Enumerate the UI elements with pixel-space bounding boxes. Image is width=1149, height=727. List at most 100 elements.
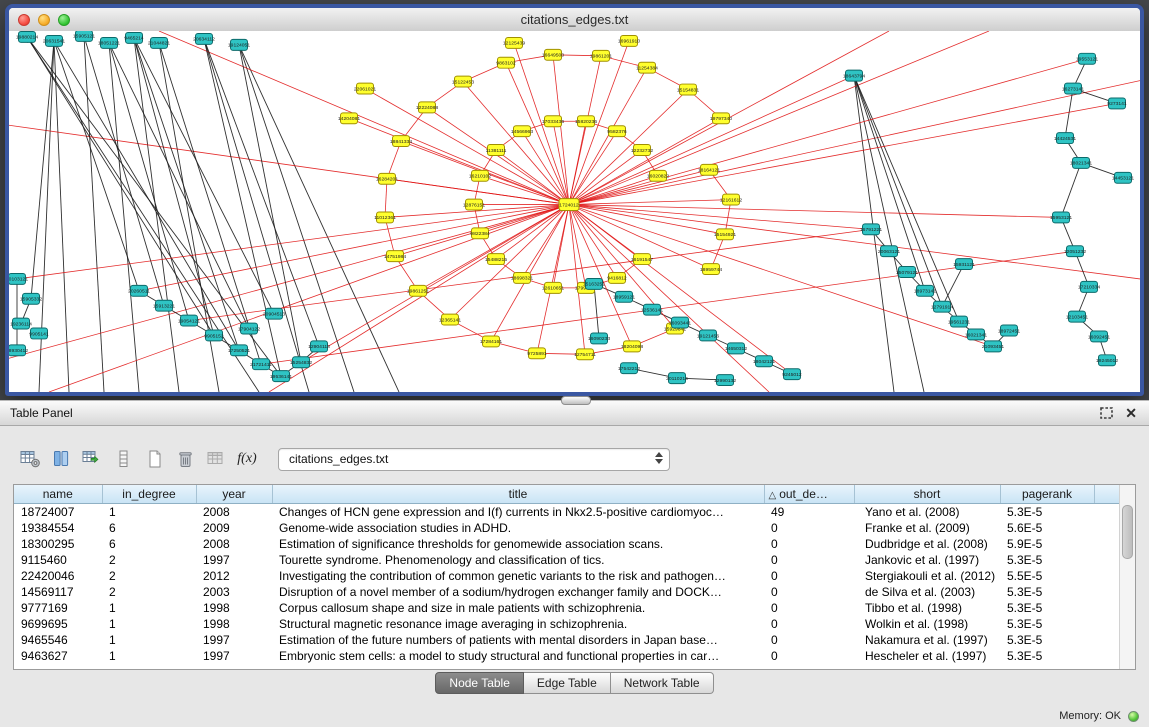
graph-node[interactable]: 18972451 bbox=[998, 325, 1020, 336]
graph-node[interactable]: 14204081 bbox=[338, 113, 360, 124]
table-cell[interactable]: 9699695 bbox=[14, 616, 102, 632]
graph-node[interactable]: 12610651 bbox=[542, 282, 564, 293]
table-cell[interactable]: Estimation of significance thresholds fo… bbox=[272, 536, 764, 552]
table-cell[interactable]: 0 bbox=[764, 584, 854, 600]
graph-node[interactable]: 15931121 bbox=[953, 259, 975, 270]
graph-node[interactable]: 9725891 bbox=[527, 348, 547, 359]
graph-node[interactable]: 12224088 bbox=[416, 102, 438, 113]
table-cell[interactable]: 2003 bbox=[196, 584, 272, 600]
table-cell[interactable]: Changes of HCN gene expression and I(f) … bbox=[272, 504, 764, 521]
graph-node[interactable]: 19553121 bbox=[1076, 53, 1098, 64]
column-header-out_de[interactable]: △out_de… bbox=[764, 485, 854, 504]
table-cell[interactable]: Yano et al. (2008) bbox=[854, 504, 1000, 521]
table-cell[interactable]: 5.6E-5 bbox=[1000, 520, 1094, 536]
minimize-button[interactable] bbox=[38, 14, 50, 26]
table-cell[interactable]: 0 bbox=[764, 552, 854, 568]
table-cell[interactable]: 1998 bbox=[196, 616, 272, 632]
graph-node[interactable]: 16961910 bbox=[618, 35, 640, 46]
table-cell[interactable]: Tibbo et al. (1998) bbox=[854, 600, 1000, 616]
graph-node[interactable]: 18051221 bbox=[98, 37, 120, 48]
graph-node[interactable]: 21093451 bbox=[982, 341, 1004, 352]
graph-node[interactable]: 16191547 bbox=[631, 254, 653, 265]
graph-node[interactable]: 12232732 bbox=[631, 145, 653, 156]
table-cell[interactable]: 0 bbox=[764, 520, 854, 536]
table-cell[interactable]: 2 bbox=[102, 552, 196, 568]
graph-node[interactable]: 19561231 bbox=[948, 316, 970, 327]
table-cell[interactable]: Wolkin et al. (1998) bbox=[854, 616, 1000, 632]
table-cell[interactable]: Investigating the contribution of common… bbox=[272, 568, 764, 584]
table-cell[interactable]: 18724007 bbox=[14, 504, 102, 521]
graph-node[interactable]: 18973141 bbox=[914, 285, 936, 296]
graph-node[interactable]: 12536141 bbox=[641, 304, 663, 315]
column-header-in_degree[interactable]: in_degree bbox=[102, 485, 196, 504]
graph-node[interactable]: 9822384 bbox=[470, 228, 490, 239]
column-header-name[interactable]: name bbox=[14, 485, 102, 504]
graph-node[interactable]: 18959744 bbox=[700, 264, 722, 275]
row-height-icon[interactable] bbox=[109, 446, 137, 472]
graph-node[interactable]: 17250521 bbox=[228, 345, 250, 356]
table-row[interactable]: 946554611997Estimation of the future num… bbox=[14, 632, 1122, 648]
graph-node[interactable]: 16210102 bbox=[469, 170, 491, 181]
tab-node-table[interactable]: Node Table bbox=[435, 672, 524, 694]
table-cell[interactable]: 18300295 bbox=[14, 536, 102, 552]
graph-node[interactable]: 19861201 bbox=[590, 50, 612, 61]
column-header-short[interactable]: short bbox=[854, 485, 1000, 504]
graph-node[interactable]: 12365141 bbox=[439, 314, 461, 325]
graph-node[interactable]: 12125439 bbox=[503, 37, 525, 48]
table-cell[interactable]: 1998 bbox=[196, 600, 272, 616]
table-cell[interactable]: 1 bbox=[102, 616, 196, 632]
close-button[interactable] bbox=[18, 14, 30, 26]
table-row[interactable]: 1872400712008Changes of HCN gene express… bbox=[14, 504, 1122, 521]
table-cell[interactable]: 0 bbox=[764, 648, 854, 664]
graph-node[interactable]: 20260511 bbox=[128, 285, 150, 296]
graph-node[interactable]: 16092451 bbox=[1088, 331, 1110, 342]
table-cell[interactable]: 5.3E-5 bbox=[1000, 648, 1094, 664]
graph-node[interactable]: 22061021 bbox=[354, 83, 376, 94]
graph-node[interactable]: 9905141 bbox=[29, 328, 49, 339]
table-row[interactable]: 1938455462009Genome-wide association stu… bbox=[14, 520, 1122, 536]
graph-node[interactable]: 9582376 bbox=[607, 126, 627, 137]
graph-node[interactable]: 19054121 bbox=[178, 315, 200, 326]
graph-node[interactable]: 20103121 bbox=[9, 273, 28, 284]
graph-node[interactable]: 16649500 bbox=[542, 49, 564, 60]
table-cell[interactable]: 19384554 bbox=[14, 520, 102, 536]
table-cell[interactable]: Stergiakouli et al. (2012) bbox=[854, 568, 1000, 584]
table-cell[interactable]: Disruption of a novel member of a sodium… bbox=[272, 584, 764, 600]
table-cell[interactable]: 9465546 bbox=[14, 632, 102, 648]
table-cell[interactable]: 2009 bbox=[196, 520, 272, 536]
graph-node[interactable]: 15905121 bbox=[73, 31, 95, 41]
table-cell[interactable]: Tourette syndrome. Phenomenology and cla… bbox=[272, 552, 764, 568]
table-cell[interactable]: 5.5E-5 bbox=[1000, 568, 1094, 584]
graph-node[interactable]: 15154921 bbox=[714, 229, 736, 240]
table-cell[interactable]: 9463627 bbox=[14, 648, 102, 664]
tab-network-table[interactable]: Network Table bbox=[611, 672, 714, 694]
memory-status-icon[interactable] bbox=[1128, 711, 1139, 722]
graph-node[interactable]: 15488215 bbox=[485, 254, 507, 265]
graph-node[interactable]: 12051232 bbox=[1064, 246, 1086, 257]
graph-node[interactable]: 19536141 bbox=[270, 371, 292, 382]
table-cell[interactable]: 22420046 bbox=[14, 568, 102, 584]
table-cell[interactable]: 0 bbox=[764, 632, 854, 648]
table-cell[interactable]: 0 bbox=[764, 568, 854, 584]
graph-node[interactable]: 12990132 bbox=[714, 375, 736, 386]
table-cell[interactable]: 2008 bbox=[196, 536, 272, 552]
new-table-icon[interactable] bbox=[140, 446, 168, 472]
graph-node[interactable]: 19797340 bbox=[710, 113, 732, 124]
graph-node[interactable]: 20631541 bbox=[43, 35, 65, 46]
graph-node[interactable]: 17904122 bbox=[238, 323, 260, 334]
graph-node[interactable]: 12754711 bbox=[574, 349, 596, 360]
graph-node[interactable]: 15905332 bbox=[20, 293, 42, 304]
table-cell[interactable]: Nakamura et al. (1997) bbox=[854, 632, 1000, 648]
graph-node[interactable]: 16284201 bbox=[376, 173, 398, 184]
graph-node[interactable]: 12791914 bbox=[931, 301, 953, 312]
graph-node[interactable]: 16020822 bbox=[647, 170, 669, 181]
table-cell[interactable]: 9115460 bbox=[14, 552, 102, 568]
graph-node[interactable]: 16093441 bbox=[669, 317, 691, 328]
table-cell[interactable]: 1 bbox=[102, 504, 196, 521]
graph-node[interactable]: 9905152 bbox=[204, 330, 224, 341]
table-row[interactable]: 946362711997Embryonic stem cells: a mode… bbox=[14, 648, 1122, 664]
table-cell[interactable]: 1 bbox=[102, 632, 196, 648]
graph-node[interactable]: 17210334 bbox=[1078, 281, 1100, 292]
graph-node[interactable]: 9465214 bbox=[124, 32, 144, 43]
table-cell[interactable]: 6 bbox=[102, 536, 196, 552]
